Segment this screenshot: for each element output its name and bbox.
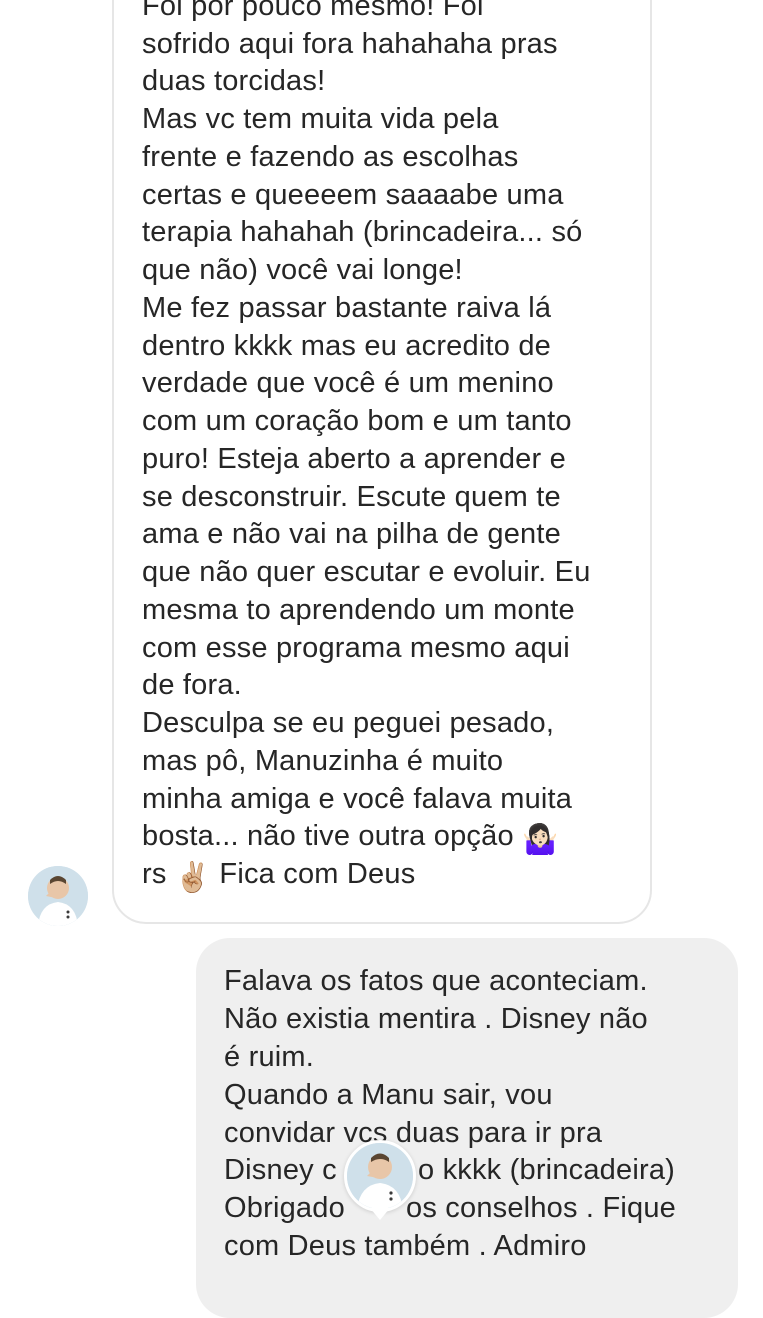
incoming-message-text: Fica com Deus (219, 858, 416, 890)
incoming-message-line: bosta... não tive outra opção 🤷🏻‍♀️ (142, 818, 558, 860)
incoming-message-line: mas pô, Manuzinha é muito (142, 745, 504, 777)
incoming-message-line: puro! Esteja aberto a aprender e (142, 443, 566, 475)
avatar-photo-icon (28, 866, 88, 926)
seen-avatar-photo-icon (347, 1143, 413, 1209)
incoming-message-line: verdade que você é um menino (142, 367, 554, 399)
incoming-message-text: rs (142, 858, 167, 890)
incoming-message-line: que não quer escutar e evoluir. Eu (142, 556, 591, 588)
incoming-message-line: Foi por pouco mesmo! Foi (142, 0, 484, 22)
outgoing-message-line: convidar vcs duas para ir pra (224, 1117, 603, 1149)
outgoing-message-line: Falava os fatos que aconteciam. (224, 965, 648, 997)
incoming-message-line: sofrido aqui fora hahahaha pras (142, 28, 558, 60)
outgoing-message-line: Não existia mentira . Disney não (224, 1003, 648, 1035)
seen-avatar-pointer (370, 1208, 390, 1220)
incoming-message-line: minha amiga e você falava muita (142, 783, 573, 815)
incoming-message-line: com esse programa mesmo aqui (142, 632, 570, 664)
incoming-message-line: de fora. (142, 669, 242, 701)
incoming-message-line: frente e fazendo as escolhas (142, 141, 519, 173)
incoming-message-line: se desconstruir. Escute quem te (142, 481, 561, 513)
outgoing-message-line: os conselhos . Fique (406, 1192, 676, 1224)
outgoing-message-line: com Deus também . Admiro (224, 1230, 587, 1262)
incoming-message-line: que não) você vai longe! (142, 254, 463, 286)
incoming-message-line: Desculpa se eu peguei pesado, (142, 707, 555, 739)
incoming-message-line: duas torcidas! (142, 65, 326, 97)
incoming-message-line: com um coração bom e um tanto (142, 405, 572, 437)
dm-thread: Foi por pouco mesmo! Foi sofrido aqui fo… (0, 0, 763, 1318)
incoming-message-line: Mas vc tem muita vida pela (142, 103, 499, 135)
incoming-message-line: Me fez passar bastante raiva lá (142, 292, 552, 324)
incoming-message-line: dentro kkkk mas eu acredito de (142, 330, 551, 362)
sender-avatar-icon[interactable] (28, 866, 88, 926)
seen-avatar-icon[interactable] (344, 1140, 416, 1212)
incoming-message-line: mesma to aprendendo um monte (142, 594, 575, 626)
incoming-message-line: certas e queeeem saaaabe uma (142, 179, 564, 211)
outgoing-message-line: é ruim. (224, 1041, 315, 1073)
victory-hand-emoji-icon: ✌🏼 (174, 862, 212, 894)
outgoing-message-line: Disney c (224, 1154, 337, 1186)
outgoing-message-line: Obrigado (224, 1192, 345, 1224)
incoming-message-line: terapia hahahah (brincadeira... só (142, 216, 583, 248)
outgoing-message-line: Quando a Manu sair, vou (224, 1079, 553, 1111)
incoming-message-line: ama e não vai na pilha de gente (142, 518, 561, 550)
incoming-message-line: rs ✌🏼 Fica com Deus (142, 856, 415, 898)
outgoing-message-line: o kkkk (brincadeira) (418, 1154, 676, 1186)
incoming-message-text: bosta... não tive outra opção (142, 820, 514, 852)
person-shrugging-emoji-icon: 🤷🏻‍♀️ (522, 824, 559, 856)
